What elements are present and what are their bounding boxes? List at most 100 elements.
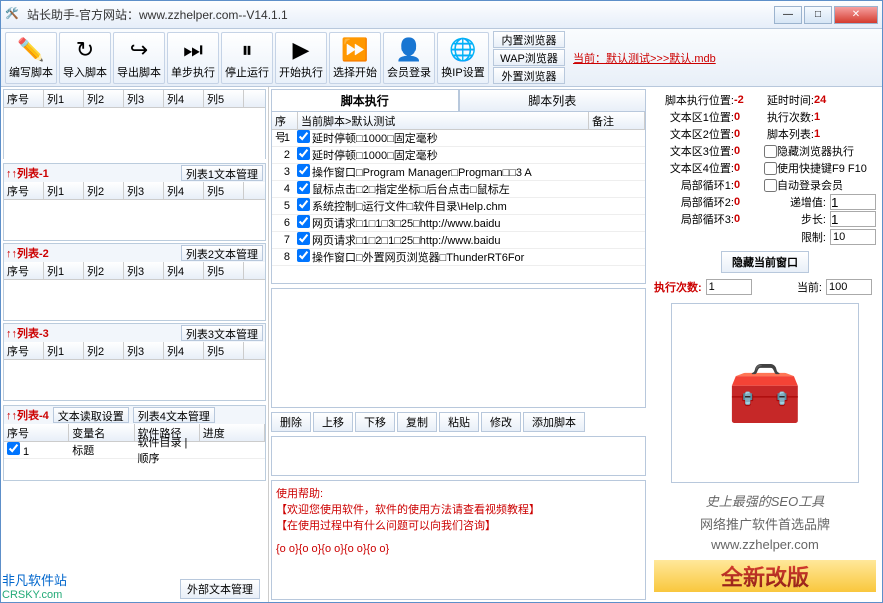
param-label: 递增值:	[790, 194, 826, 210]
action-5[interactable]: 修改	[481, 412, 521, 432]
info-row: 局部循环3:0步长:	[654, 211, 876, 227]
col-hdr: 列3	[124, 182, 164, 199]
close-button[interactable]: ✕	[834, 6, 878, 24]
col-hdr: 列3	[124, 342, 164, 359]
action-6[interactable]: 添加脚本	[523, 412, 585, 432]
toolbar-7[interactable]: 👤会员登录	[383, 32, 435, 84]
list-manage-button[interactable]: 列表3文本管理	[181, 325, 263, 341]
row-num: 5	[272, 200, 294, 212]
script-row[interactable]: 1延时停顿□1000□固定毫秒	[272, 130, 645, 147]
script-row[interactable]: 2延时停顿□1000□固定毫秒	[272, 147, 645, 164]
help-line-2: 【在使用过程中有什么问题可以向我们咨询】	[276, 517, 641, 533]
toolbar-label: 选择开始	[333, 64, 377, 80]
script-row[interactable]: 7网页请求□1□2□1□25□http://www.baidu	[272, 232, 645, 249]
external-text-manage-button[interactable]: 外部文本管理	[180, 579, 260, 599]
info-check[interactable]	[764, 179, 777, 192]
action-1[interactable]: 上移	[313, 412, 353, 432]
param-input[interactable]	[830, 229, 876, 245]
action-3[interactable]: 复制	[397, 412, 437, 432]
row-check[interactable]	[297, 164, 310, 177]
col-hdr: 列5	[204, 90, 244, 107]
exec-count-input[interactable]	[706, 279, 752, 295]
row-check[interactable]	[297, 232, 310, 245]
col-hdr: 列3	[124, 90, 164, 107]
row-check[interactable]	[297, 198, 310, 211]
toolbar-2[interactable]: ↪导出脚本	[113, 32, 165, 84]
cell: 1	[4, 442, 69, 458]
row-check[interactable]	[297, 181, 310, 194]
toolbar: ✏️编写脚本↻导入脚本↪导出脚本⏭单步执行⏸停止运行▶开始执行⏩选择开始👤会员登…	[1, 29, 882, 87]
row-text: 操作窗口□外置网页浏览器□ThunderRT6For	[312, 249, 645, 265]
toolbar-icon: ⏭	[183, 36, 203, 64]
script-table[interactable]: 序号 当前脚本>默认测试 备注 1延时停顿□1000□固定毫秒2延时停顿□100…	[271, 111, 646, 284]
info-row: 局部循环2:0递增值:	[654, 194, 876, 210]
maximize-button[interactable]: □	[804, 6, 832, 24]
col-hdr: 列1	[44, 342, 84, 359]
list-1-panel: ↑↑列表-1列表1文本管理序号列1列2列3列4列5	[3, 163, 266, 241]
row-text: 延时停顿□1000□固定毫秒	[312, 130, 645, 146]
list-4-manage-button[interactable]: 列表4文本管理	[133, 407, 215, 423]
col-hdr: 变量名	[69, 424, 134, 441]
cell: 软件目录 | 顺序	[135, 434, 200, 466]
row-num: 4	[272, 183, 294, 195]
toolbar-0[interactable]: ✏️编写脚本	[5, 32, 57, 84]
row-num: 8	[272, 251, 294, 263]
list-label: ↑↑列表-3	[6, 325, 49, 341]
info-key: 局部循环3:	[654, 211, 734, 227]
script-row[interactable]: 5系统控制□运行文件□软件目录\Help.chm	[272, 198, 645, 215]
browser-btn-0[interactable]: 内置浏览器	[493, 31, 565, 48]
script-tabs: 脚本执行 脚本列表	[271, 89, 646, 111]
row-check[interactable]	[297, 147, 310, 160]
row-check[interactable]	[297, 215, 310, 228]
col-current-script: 当前脚本>默认测试	[298, 112, 589, 129]
toolbar-8[interactable]: 🌐换IP设置	[437, 32, 489, 84]
action-2[interactable]: 下移	[355, 412, 395, 432]
promo-3: www.zzhelper.com	[654, 537, 876, 552]
script-row[interactable]: 6网页请求□1□1□3□25□http://www.baidu	[272, 215, 645, 232]
info-chk-label: 隐藏浏览器执行	[777, 143, 854, 159]
app-icon: 🛠️	[5, 7, 21, 23]
row-check[interactable]	[7, 442, 20, 455]
left-top-list: 序号列1列2列3列4列5	[3, 89, 266, 159]
info-check[interactable]	[764, 145, 777, 158]
row-check[interactable]	[297, 249, 310, 262]
toolbar-6[interactable]: ⏩选择开始	[329, 32, 381, 84]
info-val: 0	[734, 111, 758, 123]
toolbar-3[interactable]: ⏭单步执行	[167, 32, 219, 84]
tab-script-list[interactable]: 脚本列表	[459, 89, 647, 111]
script-row[interactable]: 4鼠标点击□2□指定坐标□后台点击□鼠标左	[272, 181, 645, 198]
db-link[interactable]: 当前：默认测试>>>默认.mdb	[573, 50, 716, 66]
row-num: 2	[272, 149, 294, 161]
list-2-panel: ↑↑列表-2列表2文本管理序号列1列2列3列4列5	[3, 243, 266, 321]
browser-btn-2[interactable]: 外置浏览器	[493, 67, 565, 84]
info-val: 0	[734, 145, 758, 157]
toolbar-icon: ⏸	[241, 36, 252, 64]
toolbar-4[interactable]: ⏸停止运行	[221, 32, 273, 84]
row-check[interactable]	[297, 130, 310, 143]
exec-current-input[interactable]	[826, 279, 872, 295]
action-0[interactable]: 删除	[271, 412, 311, 432]
toolbar-5[interactable]: ▶开始执行	[275, 32, 327, 84]
list-4-read-settings-button[interactable]: 文本读取设置	[53, 407, 129, 423]
script-spare-box	[271, 288, 646, 408]
script-row[interactable]: 8 操作窗口□外置网页浏览器□ThunderRT6For	[272, 249, 645, 266]
toolbar-label: 会员登录	[387, 64, 431, 80]
toolbar-label: 开始执行	[279, 64, 323, 80]
toolbar-1[interactable]: ↻导入脚本	[59, 32, 111, 84]
info-key: 局部循环1:	[654, 177, 734, 193]
param-input[interactable]	[830, 211, 876, 227]
browser-btn-1[interactable]: WAP浏览器	[493, 49, 565, 66]
param-input[interactable]	[830, 194, 876, 210]
info-key: 文本区3位置:	[654, 143, 734, 159]
minimize-button[interactable]: —	[774, 6, 802, 24]
hide-window-button[interactable]: 隐藏当前窗口	[721, 251, 809, 273]
param-row: 限制:	[654, 229, 876, 245]
info-key2: 执行次数:	[758, 109, 814, 125]
info-check[interactable]	[764, 162, 777, 175]
tab-script-exec[interactable]: 脚本执行	[271, 89, 459, 111]
info-key: 文本区4位置:	[654, 160, 734, 176]
script-row[interactable]: 3操作窗口□Program Manager□Progman□□3 A	[272, 164, 645, 181]
action-4[interactable]: 粘贴	[439, 412, 479, 432]
list-manage-button[interactable]: 列表2文本管理	[181, 245, 263, 261]
list-manage-button[interactable]: 列表1文本管理	[181, 165, 263, 181]
